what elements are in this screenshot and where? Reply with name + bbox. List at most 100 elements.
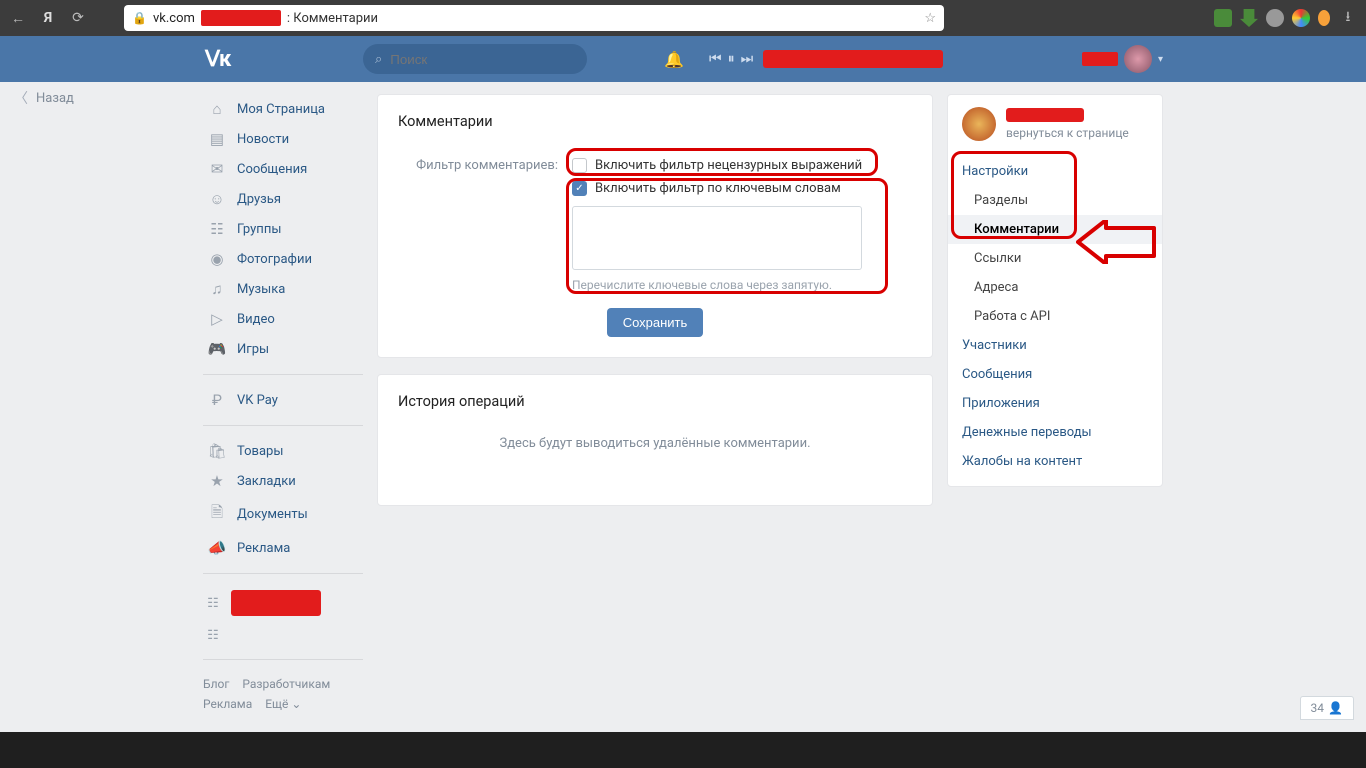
vk-header: Ⅴк ⌕ 🔔 ⏮ ⏸ ⏭ ▾	[0, 36, 1366, 82]
search-icon: ⌕	[375, 52, 382, 67]
bookmark-star-icon[interactable]: ☆	[924, 11, 936, 26]
ext-globe-icon[interactable]	[1266, 9, 1284, 27]
menu-messages[interactable]: Сообщения	[948, 360, 1162, 389]
lock-icon: 🔒	[132, 11, 147, 25]
music-prev-icon[interactable]: ⏮	[709, 51, 722, 67]
vk-logo[interactable]: Ⅴк	[203, 47, 363, 72]
nav-groups[interactable]: ☷Группы	[203, 214, 363, 244]
browser-chrome: ← Я ⟳ 🔒 vk.com : Комментарии ☆ ⭳	[0, 0, 1366, 36]
group-header[interactable]: вернуться к странице	[948, 95, 1162, 153]
groups-icon: ☷	[207, 220, 227, 238]
search-input[interactable]	[390, 52, 560, 67]
username-redacted	[1082, 52, 1118, 66]
notifications-icon[interactable]: 🔔	[657, 50, 691, 69]
star-icon: ★	[207, 472, 227, 490]
nav-games[interactable]: 🎮Игры	[203, 334, 363, 364]
address-domain: vk.com	[153, 11, 195, 26]
people-icon: ☷	[205, 628, 221, 643]
people-icon: ☷	[205, 596, 221, 611]
address-redacted	[201, 10, 281, 26]
nav-friends[interactable]: ☺Друзья	[203, 184, 363, 214]
group-name-redacted	[1006, 108, 1084, 122]
nav-bookmarks[interactable]: ★Закладки	[203, 466, 363, 496]
back-link[interactable]: 〈 Назад	[14, 88, 74, 108]
profanity-filter-checkbox[interactable]: Включить фильтр нецензурных выражений	[572, 156, 912, 175]
nav-ads[interactable]: 📣Реклама	[203, 533, 363, 563]
group-name-redacted	[231, 590, 321, 616]
online-counter[interactable]: 34 👤	[1300, 696, 1354, 720]
ext-orange-icon[interactable]	[1318, 10, 1330, 26]
group-avatar	[962, 107, 996, 141]
nav-my-page[interactable]: ⌂Моя Страница	[203, 94, 363, 124]
checkbox-checked: ✓	[572, 181, 587, 196]
messages-icon: ✉	[207, 160, 227, 178]
keyword-filter-checkbox[interactable]: ✓ Включить фильтр по ключевым словам	[572, 179, 912, 198]
menu-addresses[interactable]: Адреса	[948, 273, 1162, 302]
nav-news[interactable]: ▤Новости	[203, 124, 363, 154]
checkbox-unchecked	[572, 158, 587, 173]
yandex-button[interactable]: Я	[38, 8, 58, 28]
menu-comments[interactable]: Комментарии	[948, 215, 1162, 244]
history-card: История операций Здесь будут выводиться …	[377, 374, 933, 506]
reload-button[interactable]: ⟳	[68, 8, 88, 28]
footer-dev[interactable]: Разработчикам	[242, 677, 330, 691]
footer-blog[interactable]: Блог	[203, 677, 229, 691]
ext-shield-icon[interactable]	[1214, 9, 1232, 27]
right-settings-card: вернуться к странице Настройки Разделы К…	[947, 94, 1163, 487]
footer-ads[interactable]: Реклама	[203, 697, 252, 711]
menu-money[interactable]: Денежные переводы	[948, 418, 1162, 447]
friends-icon: ☺	[207, 190, 227, 208]
menu-sections[interactable]: Разделы	[948, 186, 1162, 215]
save-button[interactable]: Сохранить	[607, 308, 704, 337]
downloads-icon[interactable]: ⭳	[1338, 8, 1358, 28]
nav-vkpay[interactable]: ₽VK Pay	[203, 385, 363, 415]
menu-api[interactable]: Работа с API	[948, 302, 1162, 331]
chevron-down-icon: ▾	[1158, 54, 1163, 65]
music-pause-icon[interactable]: ⏸	[728, 51, 735, 67]
card-title: Комментарии	[398, 113, 912, 130]
user-avatar	[1124, 45, 1152, 73]
comments-settings-card: Комментарии Фильтр комментариев: Включит…	[377, 94, 933, 358]
music-next-icon[interactable]: ⏭	[741, 51, 754, 67]
menu-members[interactable]: Участники	[948, 331, 1162, 360]
keywords-hint: Перечислите ключевые слова через запятую…	[572, 278, 912, 292]
menu-settings[interactable]: Настройки	[948, 157, 1162, 186]
back-button[interactable]: ←	[8, 8, 28, 28]
person-icon: 👤	[1328, 701, 1343, 715]
nav-video[interactable]: ▷Видео	[203, 304, 363, 334]
megaphone-icon: 📣	[207, 539, 227, 557]
ext-download-icon[interactable]	[1240, 9, 1258, 27]
bag-icon: 🛍	[207, 442, 227, 460]
footer-links: Блог Разработчикам Реклама Ещё ⌄	[203, 674, 363, 715]
news-icon: ▤	[207, 130, 227, 148]
counter-value: 34	[1311, 701, 1325, 715]
document-icon: 🗎	[207, 502, 227, 527]
address-bar[interactable]: 🔒 vk.com : Комментарии ☆	[124, 5, 944, 31]
keywords-textarea[interactable]	[572, 206, 862, 270]
nav-photos[interactable]: ◉Фотографии	[203, 244, 363, 274]
back-to-page-link[interactable]: вернуться к странице	[1006, 126, 1129, 140]
nav-goods[interactable]: 🛍Товары	[203, 436, 363, 466]
music-track-redacted	[763, 50, 943, 68]
nav-divider	[203, 659, 363, 660]
search-box[interactable]: ⌕	[363, 44, 587, 74]
footer-more[interactable]: Ещё ⌄	[265, 697, 301, 711]
filter-label: Фильтр комментариев:	[398, 156, 572, 173]
left-nav: ⌂Моя Страница ▤Новости ✉Сообщения ☺Друзь…	[203, 94, 363, 715]
nav-divider	[203, 374, 363, 375]
nav-messages[interactable]: ✉Сообщения	[203, 154, 363, 184]
group-shortcut-2[interactable]: ☷	[203, 622, 363, 649]
address-title: : Комментарии	[287, 11, 378, 26]
nav-music[interactable]: ♫Музыка	[203, 274, 363, 304]
ruble-icon: ₽	[207, 391, 227, 409]
group-shortcut-1[interactable]: ☷	[203, 584, 363, 622]
menu-complaints[interactable]: Жалобы на контент	[948, 447, 1162, 476]
menu-apps[interactable]: Приложения	[948, 389, 1162, 418]
menu-links[interactable]: Ссылки	[948, 244, 1162, 273]
user-menu[interactable]: ▾	[1082, 45, 1163, 73]
back-label: Назад	[36, 91, 74, 106]
ext-s-icon[interactable]	[1292, 9, 1310, 27]
music-controls: ⏮ ⏸ ⏭	[709, 51, 753, 67]
nav-documents[interactable]: 🗎Документы	[203, 496, 363, 533]
video-icon: ▷	[207, 310, 227, 328]
